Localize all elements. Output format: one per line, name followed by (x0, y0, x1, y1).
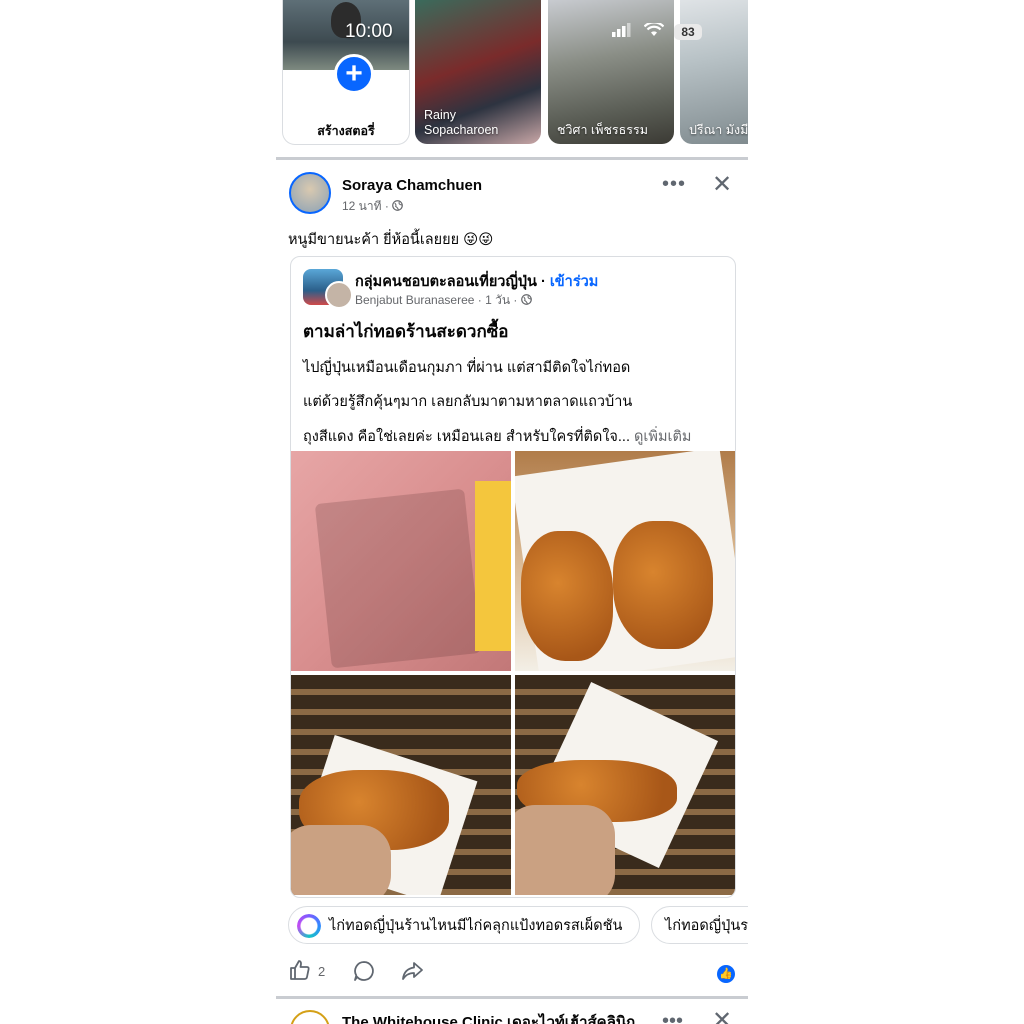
shared-post-line: ถุงสีแดง คือใช่เลยค่ะ เหมือนเลย สำหรับใค… (303, 429, 635, 445)
like-reaction-icon: 👍 (717, 965, 735, 983)
phone-screen: 10:00 + สร้างสตอรี่ Rainy Sopacharoen ชว… (276, 0, 748, 1024)
status-icons (612, 21, 665, 40)
post-meta: 12 นาที · (342, 197, 404, 216)
see-more-link[interactable]: ดูเพิ่มเติม (634, 429, 691, 445)
join-group-link[interactable]: เข้าร่วม (550, 274, 599, 290)
post-photo[interactable] (515, 451, 735, 671)
share-icon[interactable] (400, 959, 424, 989)
suggestion-chip[interactable]: ไก่ทอดญี่ปุ่นร้านไหนมีไก่คลุกแป้งทอดรสเผ… (288, 906, 640, 944)
group-name[interactable]: กลุ่มคนชอบตะลอนเที่ยวญี่ปุ่น · (355, 274, 550, 290)
more-icon[interactable]: ••• (662, 1010, 683, 1024)
battery-indicator: 83 (674, 24, 702, 40)
shared-post-title: ตามล่าไก่ทอดร้านสะดวกซื้อ (303, 322, 509, 341)
post-caption: หนูมีขายนะค้า ยี่ห้อนี้เลยยย 😜😜 (288, 232, 494, 248)
stories-row: 10:00 + สร้างสตอรี่ Rainy Sopacharoen ชว… (276, 0, 748, 156)
post-author-name[interactable]: Soraya Chamchuen (342, 177, 482, 194)
package-shape (314, 488, 482, 669)
shared-author-meta: Benjabut Buranaseree · 1 วัน · (355, 293, 521, 307)
story-card[interactable]: Rainy Sopacharoen (415, 0, 541, 144)
group-name-line: กลุ่มคนชอบตะลอนเที่ยวญี่ปุ่น · เข้าร่วม (355, 270, 598, 293)
story-card[interactable]: ปรีณา มังมี (680, 0, 748, 144)
post-photo[interactable] (515, 675, 735, 895)
status-time: 10:00 (345, 21, 393, 42)
next-post-author[interactable]: The Whitehouse Clinic เดอะไวท์เฮ้าส์คลิน… (342, 1010, 635, 1024)
like-count[interactable]: 2 (318, 964, 325, 979)
post-time: 12 นาที · (342, 199, 393, 213)
globe-icon (392, 200, 404, 211)
story-card[interactable]: ชวิศา เพ็ชรธรรม (548, 0, 674, 144)
story-name: ปรีณา มังมี (689, 123, 748, 137)
shared-post-meta: Benjabut Buranaseree · 1 วัน · (355, 291, 532, 310)
story-name: Rainy Sopacharoen (424, 108, 499, 137)
suggestion-chip[interactable]: ไก่ทอดญี่ปุ่นร (651, 906, 748, 944)
shared-post-line: ไปญี่ปุ่นเหมือนเดือนกุมภา ที่ผ่าน แต่สาม… (303, 360, 631, 376)
fried-chicken (521, 531, 613, 661)
shared-post-card[interactable]: กลุ่มคนชอบตะลอนเที่ยวญี่ปุ่น · เข้าร่วม … (290, 256, 736, 898)
suggestion-chips: ไก่ทอดญี่ปุ่นร้านไหนมีไก่คลุกแป้งทอดรสเผ… (288, 906, 748, 946)
thumbs-up-icon[interactable] (288, 958, 312, 988)
close-icon[interactable]: ✕ (712, 170, 732, 199)
more-icon[interactable]: ••• (662, 173, 686, 196)
post-actions: 2 👍 (276, 956, 748, 988)
shared-author-avatar[interactable] (325, 281, 353, 309)
story-name: ชวิศา เพ็ชรธรรม (557, 123, 648, 137)
globe-icon (520, 294, 532, 305)
hand (291, 825, 391, 895)
add-story-icon[interactable]: + (334, 54, 374, 94)
feed-divider (276, 157, 748, 160)
feed-divider (276, 996, 748, 999)
shared-post-line-last: ถุงสีแดง คือใช่เลยค่ะ เหมือนเลย สำหรับใค… (303, 425, 691, 448)
shared-post-line: แต่ด้วยรู้สึกคุ้นๆมาก เลยกลับมาตามหาตลาด… (303, 394, 633, 410)
signal-icon (612, 23, 631, 37)
post-photo[interactable] (291, 675, 511, 895)
suggestion-text: ไก่ทอดญี่ปุ่นร้านไหนมีไก่คลุกแป้งทอดรสเผ… (329, 918, 623, 934)
create-story-label: สร้างสตอรี่ (317, 124, 375, 138)
meta-ai-icon (297, 914, 321, 938)
comment-icon[interactable] (352, 959, 376, 989)
post-photo[interactable] (291, 451, 511, 671)
hand (515, 805, 615, 895)
suggestion-text: ไก่ทอดญี่ปุ่นร (665, 918, 748, 934)
next-author-avatar[interactable] (290, 1010, 330, 1024)
create-story-card[interactable]: 10:00 + สร้างสตอรี่ (283, 0, 409, 144)
wifi-icon (643, 21, 665, 36)
author-avatar[interactable] (289, 172, 331, 214)
fried-chicken (613, 521, 713, 649)
package-shape (475, 481, 511, 651)
close-icon[interactable]: ✕ (712, 1006, 732, 1024)
